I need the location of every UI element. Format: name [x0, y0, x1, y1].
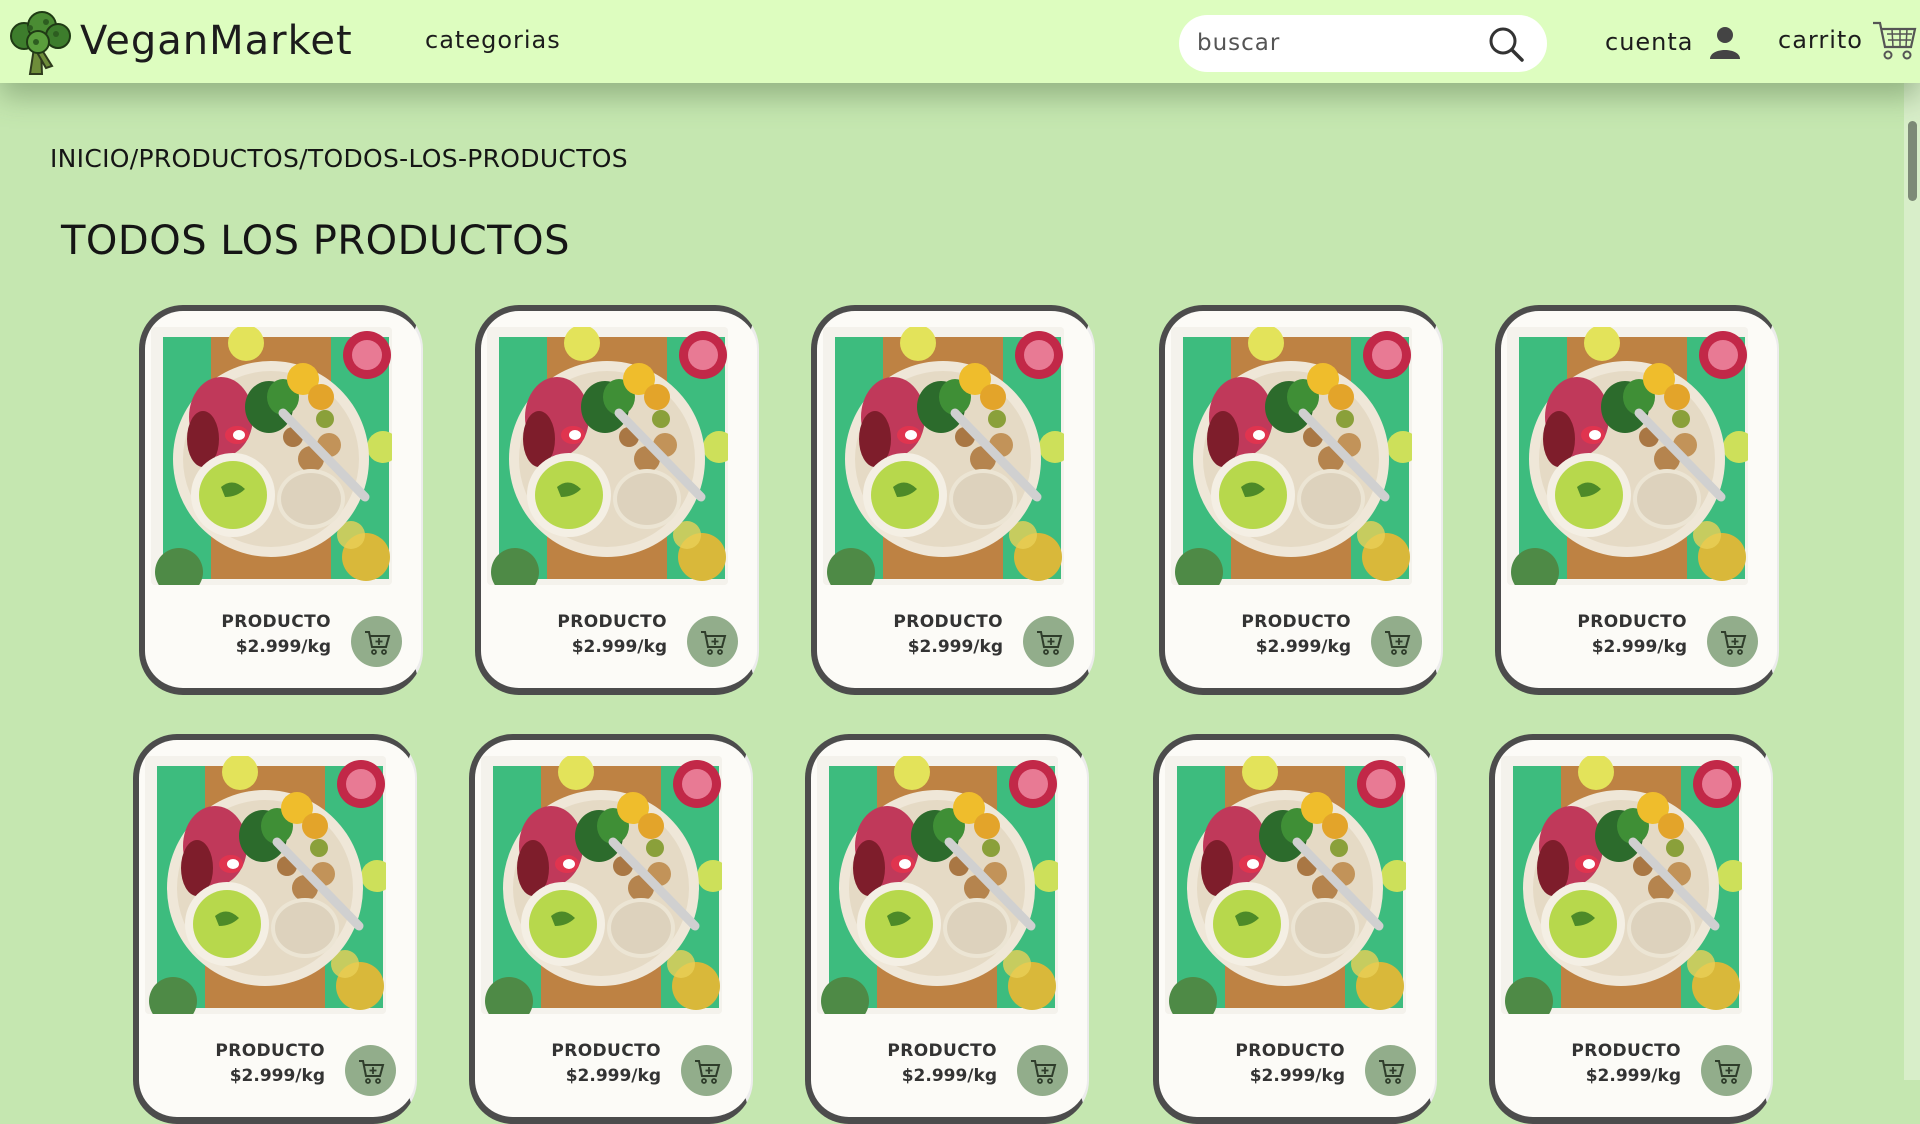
add-to-cart-button[interactable]: [681, 1045, 732, 1096]
product-name: PRODUCTO: [221, 612, 331, 632]
product-card[interactable]: PRODUCTO $2.999/kg: [1153, 734, 1437, 1124]
breadcrumb-productos[interactable]: PRODUCTOS: [139, 144, 300, 173]
search-box: [1179, 15, 1547, 72]
search-input[interactable]: [1197, 25, 1477, 61]
product-name: PRODUCTO: [557, 612, 667, 632]
nav-categories[interactable]: categorias: [425, 26, 561, 54]
add-to-cart-button[interactable]: [1365, 1045, 1416, 1096]
product-name: PRODUCTO: [1577, 612, 1687, 632]
add-to-cart-button[interactable]: [1023, 616, 1074, 667]
product-image: [1165, 756, 1406, 1014]
product-card[interactable]: PRODUCTO $2.999/kg: [133, 734, 417, 1124]
product-card[interactable]: PRODUCTO $2.999/kg: [811, 305, 1095, 695]
breadcrumb: INICIO/PRODUCTOS/TODOS-LOS-PRODUCTOS: [50, 144, 628, 173]
breadcrumb-todos-los-productos[interactable]: TODOS-LOS-PRODUCTOS: [308, 144, 628, 173]
add-to-cart-icon: [1383, 628, 1411, 656]
product-price: $2.999/kg: [1591, 637, 1687, 657]
broccoli-icon[interactable]: [8, 10, 72, 78]
product-card[interactable]: PRODUCTO $2.999/kg: [805, 734, 1089, 1124]
account-link[interactable]: cuenta: [1605, 22, 1742, 62]
cart-link[interactable]: carrito: [1778, 16, 1917, 64]
product-name: PRODUCTO: [887, 1041, 997, 1061]
product-name: PRODUCTO: [551, 1041, 661, 1061]
product-image: [481, 756, 722, 1014]
add-to-cart-icon: [1029, 1057, 1057, 1085]
scrollbar[interactable]: [1904, 83, 1920, 1080]
add-to-cart-button[interactable]: [1371, 616, 1422, 667]
cart-icon: [1872, 21, 1917, 60]
add-to-cart-icon: [1713, 1057, 1741, 1085]
add-to-cart-icon: [1035, 628, 1063, 656]
breadcrumb-separator: /: [299, 144, 308, 173]
product-price: $2.999/kg: [1585, 1066, 1681, 1086]
product-price: $2.999/kg: [1255, 637, 1351, 657]
add-to-cart-button[interactable]: [687, 616, 738, 667]
product-price: $2.999/kg: [565, 1066, 661, 1086]
product-card[interactable]: PRODUCTO $2.999/kg: [1495, 305, 1779, 695]
product-image: [145, 756, 386, 1014]
product-image: [1501, 756, 1742, 1014]
product-image: [1171, 327, 1412, 585]
product-image: [823, 327, 1064, 585]
product-card[interactable]: PRODUCTO $2.999/kg: [475, 305, 759, 695]
product-name: PRODUCTO: [893, 612, 1003, 632]
product-image: [1507, 327, 1748, 585]
product-price: $2.999/kg: [907, 637, 1003, 657]
product-price: $2.999/kg: [235, 637, 331, 657]
top-header: VeganMarket categorias cuenta carrito: [0, 0, 1920, 83]
add-to-cart-icon: [1377, 1057, 1405, 1085]
user-icon: [1709, 27, 1740, 59]
product-price: $2.999/kg: [229, 1066, 325, 1086]
cart-label: carrito: [1778, 26, 1863, 54]
product-card[interactable]: PRODUCTO $2.999/kg: [469, 734, 753, 1124]
add-to-cart-icon: [363, 628, 391, 656]
product-image: [487, 327, 728, 585]
product-card[interactable]: PRODUCTO $2.999/kg: [1159, 305, 1443, 695]
page-title: TODOS LOS PRODUCTOS: [61, 218, 570, 264]
add-to-cart-button[interactable]: [351, 616, 402, 667]
add-to-cart-button[interactable]: [1017, 1045, 1068, 1096]
brand-name[interactable]: VeganMarket: [80, 18, 353, 64]
scrollbar-thumb[interactable]: [1908, 121, 1917, 201]
product-card[interactable]: PRODUCTO $2.999/kg: [139, 305, 423, 695]
product-name: PRODUCTO: [1571, 1041, 1681, 1061]
add-to-cart-button[interactable]: [1701, 1045, 1752, 1096]
add-to-cart-button[interactable]: [345, 1045, 396, 1096]
product-card[interactable]: PRODUCTO $2.999/kg: [1489, 734, 1773, 1124]
product-price: $2.999/kg: [1249, 1066, 1345, 1086]
product-price: $2.999/kg: [901, 1066, 997, 1086]
add-to-cart-icon: [693, 1057, 721, 1085]
add-to-cart-icon: [1719, 628, 1747, 656]
add-to-cart-icon: [699, 628, 727, 656]
product-name: PRODUCTO: [1241, 612, 1351, 632]
breadcrumb-inicio[interactable]: INICIO: [50, 144, 130, 173]
product-name: PRODUCTO: [215, 1041, 325, 1061]
product-image: [817, 756, 1058, 1014]
search-icon[interactable]: [1486, 24, 1526, 64]
add-to-cart-icon: [357, 1057, 385, 1085]
account-label: cuenta: [1605, 28, 1694, 56]
product-image: [151, 327, 392, 585]
product-price: $2.999/kg: [571, 637, 667, 657]
add-to-cart-button[interactable]: [1707, 616, 1758, 667]
product-name: PRODUCTO: [1235, 1041, 1345, 1061]
breadcrumb-separator: /: [129, 144, 139, 173]
